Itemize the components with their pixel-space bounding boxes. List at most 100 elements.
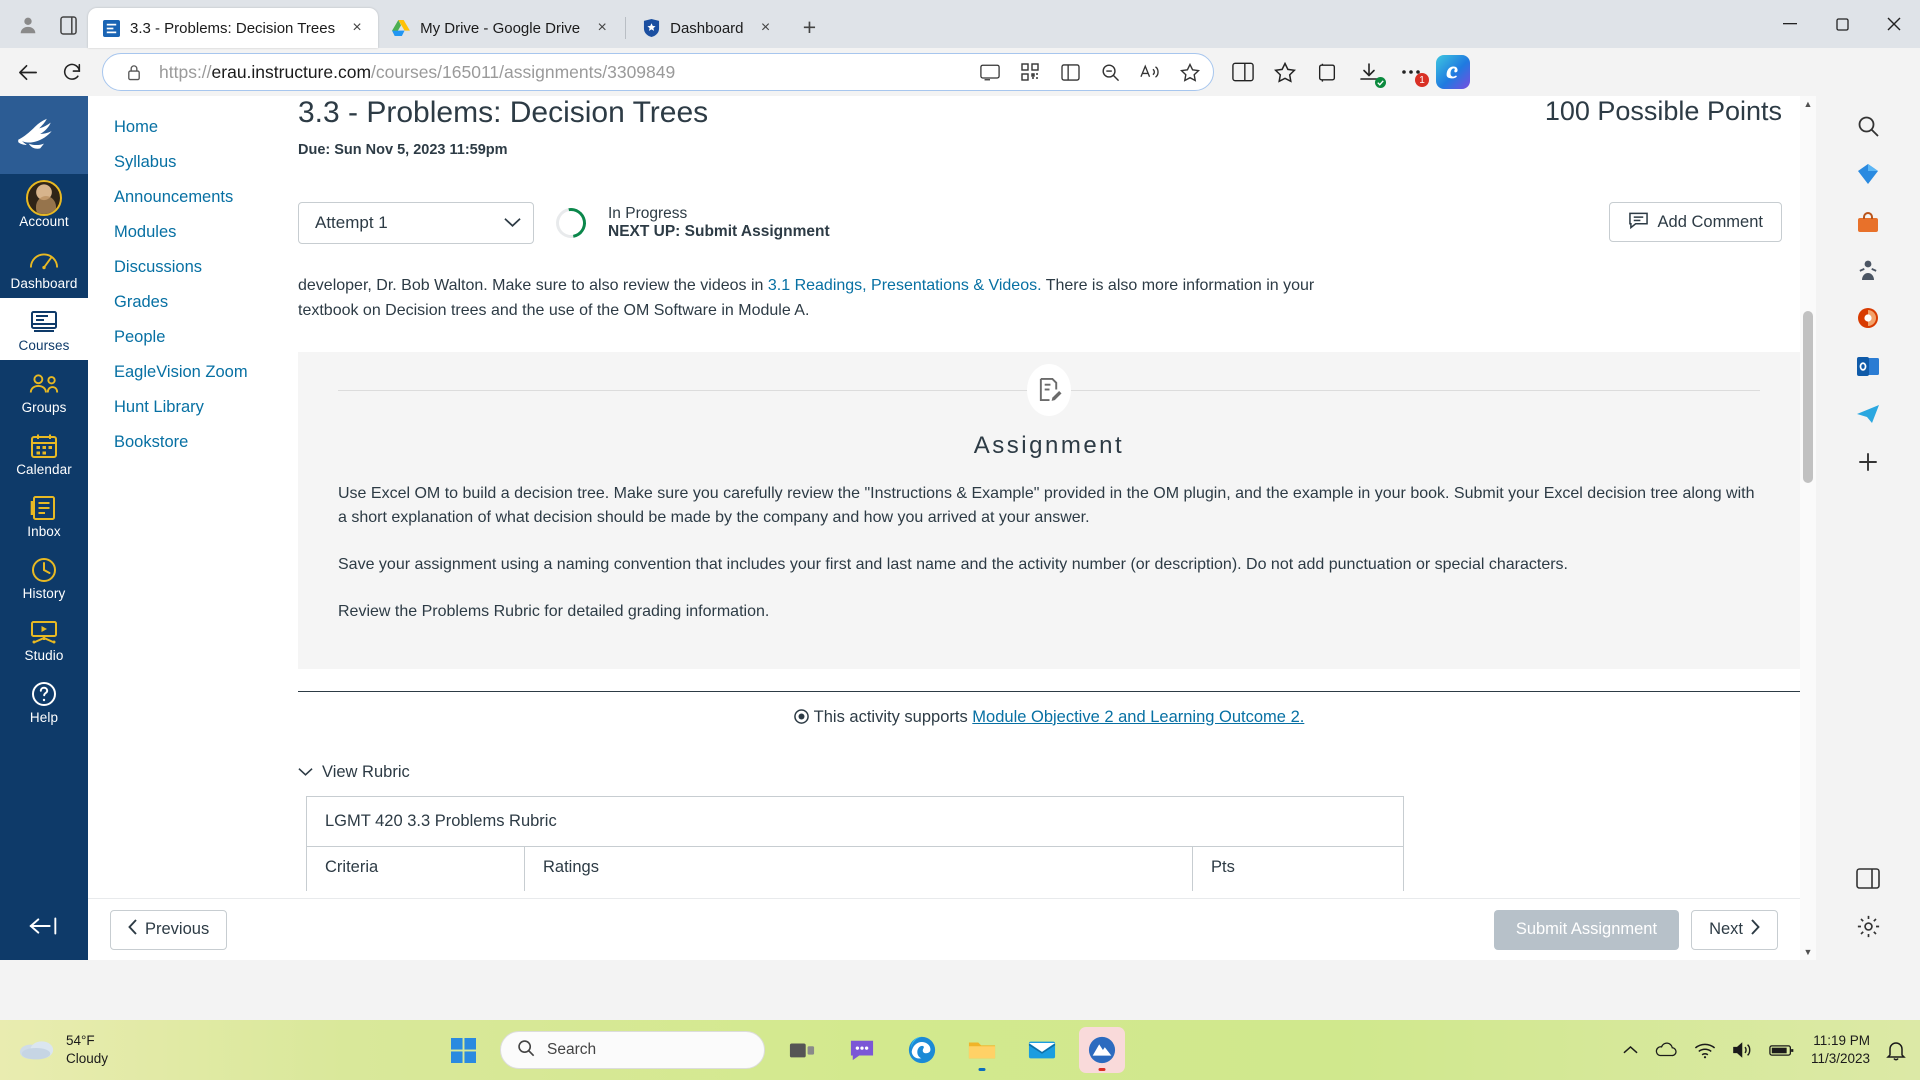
qr-icon[interactable] — [1015, 57, 1045, 87]
next-button[interactable]: Next — [1691, 909, 1778, 950]
course-nav-modules[interactable]: Modules — [88, 215, 288, 250]
attempt-select[interactable]: Attempt 1 — [298, 202, 534, 244]
mail-icon[interactable] — [1019, 1027, 1065, 1073]
sidebar-item-account[interactable]: Account — [0, 174, 88, 236]
course-nav-hunt-library[interactable]: Hunt Library — [88, 390, 288, 425]
cast-icon[interactable] — [975, 57, 1005, 87]
course-nav-home[interactable]: Home — [88, 110, 288, 145]
sidebar-item-calendar[interactable]: Calendar — [0, 422, 88, 484]
windows-taskbar: 54°F Cloudy Search 11:19 PM 11/3/2023 — [0, 1020, 1920, 1080]
show-hidden-icons-chevron-icon[interactable] — [1623, 1045, 1638, 1055]
sidebar-item-history[interactable]: History — [0, 546, 88, 608]
maximize-button[interactable] — [1816, 0, 1868, 48]
settings-gear-icon[interactable] — [1846, 904, 1890, 948]
minimize-button[interactable] — [1764, 0, 1816, 48]
address-bar[interactable]: https://erau.instructure.com/courses/165… — [102, 53, 1214, 91]
calendar-icon — [30, 431, 58, 461]
assignment-content: 3.3 - Problems: Decision Trees Due: Sun … — [288, 96, 1800, 960]
new-tab-button[interactable]: + — [793, 10, 827, 44]
shopping-icon[interactable] — [1846, 200, 1890, 244]
reload-icon[interactable] — [52, 52, 92, 92]
back-icon[interactable] — [8, 52, 48, 92]
view-rubric-toggle[interactable]: View Rubric — [298, 763, 1800, 782]
sidebar-toggle-icon[interactable] — [1846, 856, 1890, 900]
eagle-logo[interactable] — [0, 96, 88, 174]
page-scrollbar[interactable]: ▲ ▼ — [1800, 96, 1816, 960]
split-browser-icon[interactable] — [1224, 53, 1262, 91]
clock[interactable]: 11:19 PM 11/3/2023 — [1811, 1032, 1870, 1068]
file-explorer-icon[interactable] — [959, 1027, 1005, 1073]
collections-icon[interactable] — [1308, 53, 1346, 91]
task-view-icon[interactable] — [779, 1027, 825, 1073]
chat-icon[interactable] — [839, 1027, 885, 1073]
microsoft-rewards-icon[interactable] — [1846, 152, 1890, 196]
read-aloud-icon[interactable] — [1135, 57, 1165, 87]
previous-button[interactable]: Previous — [110, 909, 228, 950]
scroll-up-icon[interactable]: ▲ — [1800, 96, 1816, 112]
collapse-nav-icon[interactable] — [27, 915, 61, 942]
sidebar-item-studio[interactable]: Studio — [0, 608, 88, 670]
browser-toolbar: https://erau.instructure.com/courses/165… — [0, 48, 1920, 96]
course-nav-syllabus[interactable]: Syllabus — [88, 145, 288, 180]
office-icon[interactable] — [1846, 296, 1890, 340]
weather-temperature: 54°F — [66, 1032, 95, 1048]
close-icon[interactable]: × — [753, 15, 779, 41]
more-options-icon[interactable]: 1 — [1392, 53, 1430, 91]
status-label: In Progress — [608, 205, 688, 222]
outlook-icon[interactable] — [1846, 344, 1890, 388]
volume-icon[interactable] — [1732, 1041, 1753, 1059]
readings-link[interactable]: 3.1 Readings, Presentations & Videos. — [768, 277, 1042, 294]
add-comment-button[interactable]: Add Comment — [1608, 202, 1782, 242]
copilot-icon[interactable] — [1436, 55, 1470, 89]
close-icon[interactable]: × — [344, 15, 370, 41]
sidebar-item-inbox[interactable]: Inbox — [0, 484, 88, 546]
close-icon[interactable]: × — [589, 15, 615, 41]
taskbar-apps: Search — [440, 1027, 1125, 1073]
search-icon[interactable] — [1846, 104, 1890, 148]
sidebar-item-help[interactable]: Help — [0, 670, 88, 732]
favorite-star-icon[interactable] — [1175, 57, 1205, 87]
course-nav-people[interactable]: People — [88, 320, 288, 355]
weather-widget[interactable]: 54°F Cloudy — [0, 1032, 440, 1068]
submission-status: In Progress NEXT UP: Submit Assignment — [608, 205, 830, 241]
course-nav-grades[interactable]: Grades — [88, 285, 288, 320]
favorites-icon[interactable] — [1266, 53, 1304, 91]
onedrive-icon[interactable] — [1654, 1042, 1678, 1058]
tab-dashboard[interactable]: Dashboard × — [628, 8, 786, 48]
zoom-out-icon[interactable] — [1095, 57, 1125, 87]
module-objective-link[interactable]: Module Objective 2 and Learning Outcome … — [972, 708, 1304, 726]
sidebar-item-courses[interactable]: Courses — [0, 298, 88, 360]
submit-assignment-button[interactable]: Submit Assignment — [1493, 909, 1680, 950]
sidebar-item-dashboard[interactable]: Dashboard — [0, 236, 88, 298]
add-tool-icon[interactable] — [1846, 440, 1890, 484]
course-nav-discussions[interactable]: Discussions — [88, 250, 288, 285]
start-icon[interactable] — [440, 1027, 486, 1073]
chevron-down-icon — [504, 213, 521, 233]
tab-google-drive[interactable]: My Drive - Google Drive × — [378, 8, 623, 48]
battery-icon[interactable] — [1769, 1043, 1795, 1058]
send-plane-icon[interactable] — [1846, 392, 1890, 436]
cloud-icon — [18, 1035, 56, 1066]
close-button[interactable] — [1868, 0, 1920, 48]
tab-title: 3.3 - Problems: Decision Trees — [130, 19, 336, 37]
tab-title: My Drive - Google Drive — [420, 19, 581, 37]
taskbar-search[interactable]: Search — [500, 1031, 765, 1069]
profile-icon[interactable] — [8, 5, 48, 45]
sidebar-item-groups[interactable]: Groups — [0, 360, 88, 422]
wifi-icon[interactable] — [1694, 1042, 1716, 1059]
course-nav-eaglevision-zoom[interactable]: EagleVision Zoom — [88, 355, 288, 390]
edge-icon[interactable] — [899, 1027, 945, 1073]
app-running-indicator — [1098, 1068, 1106, 1071]
course-nav-bookstore[interactable]: Bookstore — [88, 425, 288, 460]
course-nav-announcements[interactable]: Announcements — [88, 180, 288, 215]
games-icon[interactable] — [1846, 248, 1890, 292]
tab-actions-icon[interactable] — [48, 5, 88, 45]
tab-canvas-assignment[interactable]: 3.3 - Problems: Decision Trees × — [88, 8, 379, 48]
scroll-down-icon[interactable]: ▼ — [1800, 944, 1816, 960]
scrollbar-thumb[interactable] — [1803, 311, 1813, 483]
split-screen-icon[interactable] — [1055, 57, 1085, 87]
notifications-bell-icon[interactable] — [1886, 1040, 1906, 1061]
downloads-icon[interactable] — [1350, 53, 1388, 91]
clock-date: 11/3/2023 — [1810, 1051, 1870, 1066]
nordvpn-icon[interactable] — [1079, 1027, 1125, 1073]
